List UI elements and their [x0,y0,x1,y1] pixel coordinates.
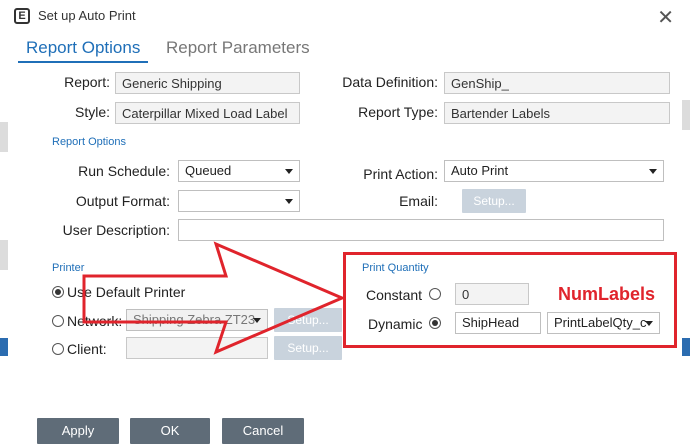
use-default-printer-radio[interactable]: Use Default Printer [52,284,185,300]
output-format-label: Output Format: [75,193,170,209]
user-description-label: User Description: [62,222,170,238]
tab-report-parameters[interactable]: Report Parameters [158,38,318,61]
report-field: Generic Shipping [115,72,300,94]
app-logo-icon: E [14,8,30,24]
chevron-down-icon [253,318,261,323]
network-setup-button[interactable]: Setup... [274,308,342,332]
radio-unselected-icon [52,343,64,355]
run-schedule-value: Queued [185,163,232,178]
chevron-down-icon [649,169,657,174]
printer-section-title: Printer [52,262,85,274]
data-definition-label: Data Definition: [342,74,438,90]
data-definition-field: GenShip_ [444,72,670,94]
client-label: Client: [67,341,107,357]
client-printer-field[interactable] [126,337,268,359]
report-label: Report: [64,74,110,90]
use-default-printer-label: Use Default Printer [67,284,186,300]
print-action-select[interactable]: Auto Print [444,160,664,182]
run-schedule-label: Run Schedule: [78,163,170,179]
run-schedule-select[interactable]: Queued [178,160,300,182]
background-app-fragment [682,338,690,356]
background-app-fragment [0,240,8,270]
cancel-button[interactable]: Cancel [222,418,304,444]
background-app-fragment [0,122,8,152]
client-printer-radio[interactable]: Client: [52,341,107,357]
radio-selected-icon [52,286,64,298]
client-setup-button[interactable]: Setup... [274,336,342,360]
email-setup-button[interactable]: Setup... [462,189,526,213]
network-printer-radio[interactable]: Network: [52,313,122,329]
tab-report-options[interactable]: Report Options [18,38,149,63]
background-app-fragment [0,338,8,356]
email-label: Email: [399,193,438,209]
network-label: Network: [67,313,123,329]
apply-button[interactable]: Apply [37,418,119,444]
annotation-label: NumLabels [558,284,656,304]
style-label: Style: [74,104,110,120]
report-type-field: Bartender Labels [444,102,670,124]
ok-button[interactable]: OK [130,418,210,444]
dialog-title: Set up Auto Print [38,8,136,23]
report-options-section-title: Report Options [52,136,126,148]
print-action-value: Auto Print [451,163,509,178]
radio-unselected-icon [52,315,64,327]
print-action-label: Print Action: [363,166,438,182]
style-field: Caterpillar Mixed Load Label [115,102,300,124]
background-app-fragment [682,100,690,130]
report-type-label: Report Type: [358,104,438,120]
dialog-titlebar: E Set up Auto Print ✕ [8,0,682,32]
user-description-input[interactable] [178,219,664,241]
chevron-down-icon [285,169,293,174]
close-icon[interactable]: ✕ [657,5,674,30]
output-format-select[interactable] [178,190,300,212]
network-printer-select[interactable]: Shipping Zebra ZT23 [126,309,268,331]
network-printer-value: Shipping Zebra ZT23 [133,312,256,327]
chevron-down-icon [285,199,293,204]
auto-print-dialog: E Set up Auto Print ✕ Report Options Rep… [8,0,682,444]
